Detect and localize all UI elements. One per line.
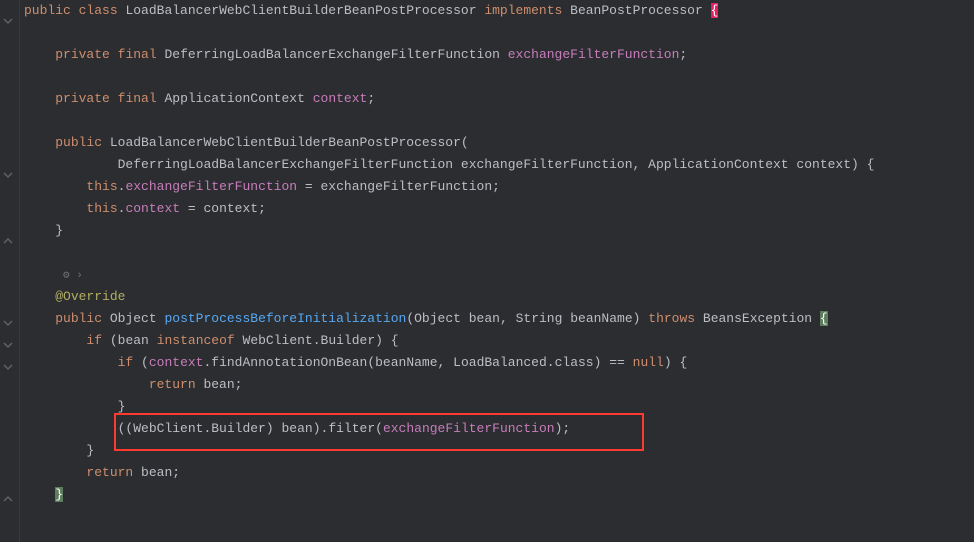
code-line[interactable] bbox=[24, 66, 974, 88]
code-line[interactable]: } bbox=[24, 440, 974, 462]
fold-icon[interactable] bbox=[3, 362, 17, 376]
fold-icon[interactable] bbox=[3, 16, 17, 30]
code-line[interactable] bbox=[24, 242, 974, 264]
code-line[interactable]: public class LoadBalancerWebClientBuilde… bbox=[24, 0, 974, 22]
code-line[interactable]: } bbox=[24, 220, 974, 242]
code-line[interactable]: ⚙ › bbox=[24, 264, 974, 286]
code-line[interactable]: this.context = context; bbox=[24, 198, 974, 220]
code-line[interactable]: public LoadBalancerWebClientBuilderBeanP… bbox=[24, 132, 974, 154]
inlay-hints-icon[interactable]: ⚙ › bbox=[63, 270, 83, 282]
code-line[interactable]: } bbox=[24, 484, 974, 506]
code-line[interactable]: if (bean instanceof WebClient.Builder) { bbox=[24, 330, 974, 352]
code-line[interactable]: DeferringLoadBalancerExchangeFilterFunct… bbox=[24, 154, 974, 176]
code-content-area[interactable]: public class LoadBalancerWebClientBuilde… bbox=[20, 0, 974, 542]
fold-icon[interactable] bbox=[3, 340, 17, 354]
code-line[interactable]: private final ApplicationContext context… bbox=[24, 88, 974, 110]
code-line[interactable] bbox=[24, 22, 974, 44]
gutter bbox=[0, 0, 20, 542]
code-line[interactable]: return bean; bbox=[24, 462, 974, 484]
fold-end-icon[interactable] bbox=[3, 236, 17, 250]
code-line[interactable]: if (context.findAnnotationOnBean(beanNam… bbox=[24, 352, 974, 374]
fold-icon[interactable] bbox=[3, 318, 17, 332]
code-line[interactable]: this.exchangeFilterFunction = exchangeFi… bbox=[24, 176, 974, 198]
fold-end-icon[interactable] bbox=[3, 494, 17, 508]
code-line[interactable]: private final DeferringLoadBalancerExcha… bbox=[24, 44, 974, 66]
code-line[interactable]: ((WebClient.Builder) bean).filter(exchan… bbox=[24, 418, 974, 440]
code-editor[interactable]: public class LoadBalancerWebClientBuilde… bbox=[0, 0, 974, 542]
code-line[interactable]: return bean; bbox=[24, 374, 974, 396]
fold-icon[interactable] bbox=[3, 170, 17, 184]
code-line[interactable]: public Object postProcessBeforeInitializ… bbox=[24, 308, 974, 330]
code-line[interactable]: @Override bbox=[24, 286, 974, 308]
code-line[interactable] bbox=[24, 110, 974, 132]
code-line[interactable]: } bbox=[24, 396, 974, 418]
